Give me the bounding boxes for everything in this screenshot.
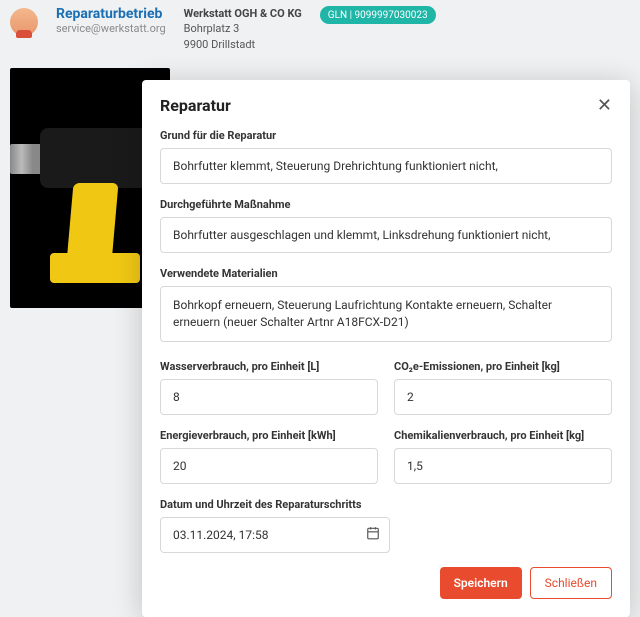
co2-input[interactable]	[394, 379, 612, 415]
company-email: service@werkstatt.org	[56, 22, 166, 35]
datetime-label: Datum und Uhrzeit des Reparaturschritts	[160, 498, 612, 511]
chem-label: Chemikalienverbrauch, pro Einheit [kg]	[394, 429, 612, 442]
modal-header: Reparatur ✕	[160, 96, 612, 115]
reason-input[interactable]	[160, 148, 612, 184]
action-label: Durchgeführte Maßnahme	[160, 198, 612, 211]
materials-label: Verwendete Materialien	[160, 267, 612, 280]
repair-modal: Reparatur ✕ Grund für die Reparatur Durc…	[142, 80, 630, 617]
materials-input[interactable]	[160, 286, 612, 342]
workshop-name: Werkstatt OGH & CO KG	[184, 6, 302, 21]
water-input[interactable]	[160, 379, 378, 415]
workshop-addr1: Bohrplatz 3	[184, 21, 302, 36]
reason-label: Grund für die Reparatur	[160, 129, 612, 142]
co2-label: CO₂e-Emissionen, pro Einheit [kg]	[394, 360, 612, 373]
save-button[interactable]: Speichern	[440, 567, 522, 599]
action-input[interactable]	[160, 217, 612, 253]
company-name: Reparaturbetrieb	[56, 6, 166, 22]
gln-badge: GLN | 9099997030023	[320, 6, 436, 24]
workshop-addr2: 9900 Drillstadt	[184, 37, 302, 52]
water-label: Wasserverbrauch, pro Einheit [L]	[160, 360, 378, 373]
modal-footer: Speichern Schließen	[160, 567, 612, 599]
workshop-info: Werkstatt OGH & CO KG Bohrplatz 3 9900 D…	[184, 6, 302, 52]
datetime-input[interactable]	[160, 517, 390, 553]
chem-input[interactable]	[394, 448, 612, 484]
close-icon[interactable]: ✕	[597, 97, 612, 115]
avatar	[10, 8, 38, 36]
close-button[interactable]: Schließen	[530, 567, 612, 599]
energy-input[interactable]	[160, 448, 378, 484]
modal-title: Reparatur	[160, 96, 231, 115]
company-block: Reparaturbetrieb service@werkstatt.org	[56, 6, 166, 35]
page-header: Reparaturbetrieb service@werkstatt.org W…	[0, 0, 640, 58]
energy-label: Energieverbrauch, pro Einheit [kWh]	[160, 429, 378, 442]
